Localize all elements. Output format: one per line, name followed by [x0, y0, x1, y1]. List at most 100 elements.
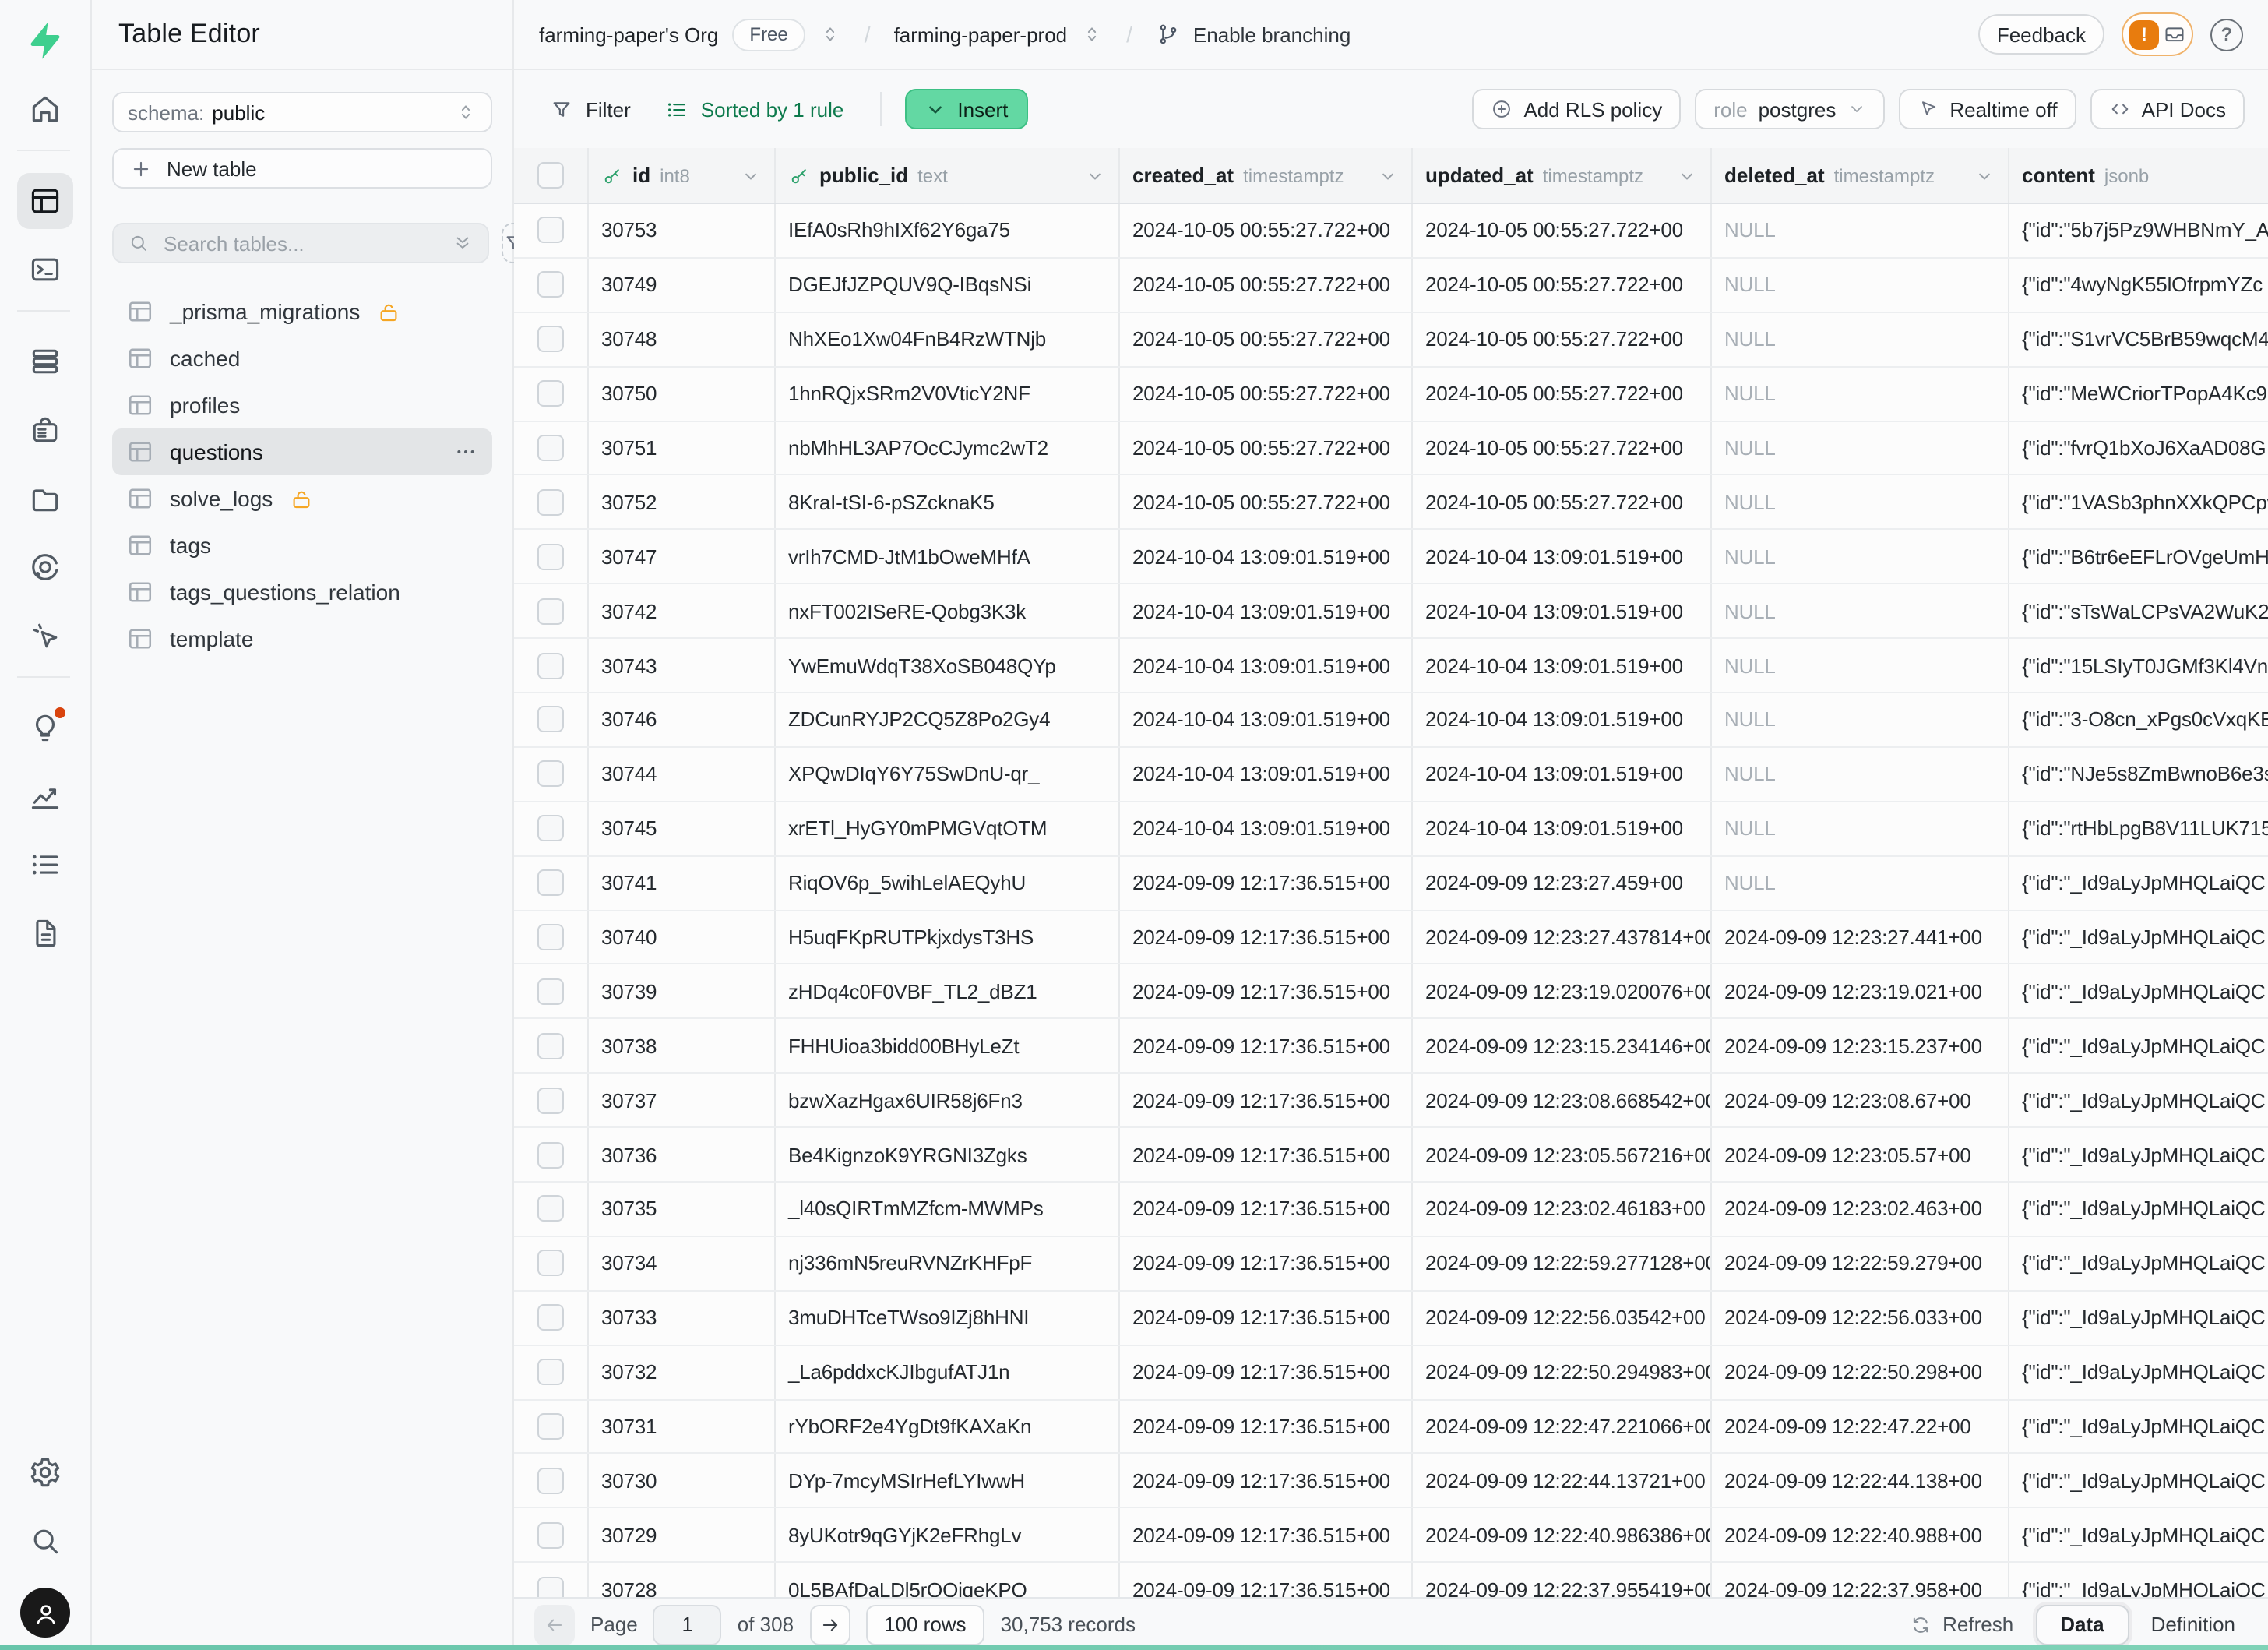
rail-item-edge-functions[interactable] — [17, 539, 73, 595]
cell-id[interactable]: 30740 — [589, 911, 776, 964]
cell-id[interactable]: 30735 — [589, 1183, 776, 1236]
cell-id[interactable]: 30728 — [589, 1564, 776, 1597]
cell-public-id[interactable]: zHDq4c0F0VBF_TL2_dBZ1 — [776, 965, 1120, 1018]
search-tables-input[interactable] — [160, 230, 441, 256]
cell-updated-at[interactable]: 2024-10-04 13:09:01.519+00 — [1413, 584, 1712, 637]
rail-item-search[interactable] — [17, 1513, 73, 1569]
cell-updated-at[interactable]: 2024-09-09 12:22:40.986386+00 — [1413, 1509, 1712, 1562]
cell-content[interactable]: {"id":"4wyNgK55lOfrpmYZc — [2009, 259, 2268, 312]
cell-id[interactable]: 30743 — [589, 639, 776, 692]
cell-created-at[interactable]: 2024-10-05 00:55:27.722+00 — [1120, 204, 1413, 257]
cell-id[interactable]: 30733 — [589, 1292, 776, 1345]
row-checkbox[interactable] — [537, 1141, 564, 1168]
cell-updated-at[interactable]: 2024-09-09 12:23:05.567216+00 — [1413, 1128, 1712, 1181]
chevrons-up-down-icon[interactable] — [819, 23, 841, 45]
cell-public-id[interactable]: 1hnRQjxSRm2V0VticY2NF — [776, 367, 1120, 420]
cell-content[interactable]: {"id":"_Id9aLyJpMHQLaiQC — [2009, 965, 2268, 1018]
cell-public-id[interactable]: RiqOV6p_5wihLelAEQyhU — [776, 856, 1120, 909]
cell-content[interactable]: {"id":"rtHbLpgB8V11LUK7152 — [2009, 802, 2268, 855]
cell-public-id[interactable]: 8KraI-tSI-6-pSZcknaK5 — [776, 476, 1120, 529]
page-input[interactable] — [653, 1604, 722, 1645]
row-checkbox[interactable] — [537, 815, 564, 841]
cell-created-at[interactable]: 2024-10-05 00:55:27.722+00 — [1120, 476, 1413, 529]
cell-id[interactable]: 30729 — [589, 1509, 776, 1562]
cell-id[interactable]: 30747 — [589, 531, 776, 583]
cell-id[interactable]: 30752 — [589, 476, 776, 529]
cell-created-at[interactable]: 2024-09-09 12:17:36.515+00 — [1120, 1237, 1413, 1290]
cell-updated-at[interactable]: 2024-09-09 12:22:37.955419+00 — [1413, 1564, 1712, 1597]
cell-public-id[interactable]: rYbORF2e4YgDt9fKAXaKn — [776, 1400, 1120, 1453]
plan-badge[interactable]: Free — [732, 18, 805, 51]
cell-deleted-at[interactable]: 2024-09-09 12:23:08.67+00 — [1712, 1074, 2009, 1127]
cell-id[interactable]: 30736 — [589, 1128, 776, 1181]
row-checkbox[interactable] — [537, 652, 564, 679]
rail-item-api-docs[interactable] — [17, 905, 73, 961]
cell-id[interactable]: 30732 — [589, 1345, 776, 1398]
cell-public-id[interactable]: IEfA0sRh9hIXf62Y6ga75 — [776, 204, 1120, 257]
realtime-toggle-button[interactable]: Realtime off — [1898, 89, 2076, 129]
cell-deleted-at[interactable]: NULL — [1712, 531, 2009, 583]
column-header-id[interactable]: idint8 — [589, 148, 776, 203]
row-checkbox[interactable] — [537, 1250, 564, 1277]
cell-public-id[interactable]: vrIh7CMD-JtM1bOweMHfA — [776, 531, 1120, 583]
cell-updated-at[interactable]: 2024-10-05 00:55:27.722+00 — [1413, 313, 1712, 366]
row-checkbox[interactable] — [537, 1413, 564, 1440]
rail-item-logs[interactable] — [17, 837, 73, 893]
cell-updated-at[interactable]: 2024-10-04 13:09:01.519+00 — [1413, 693, 1712, 746]
cell-id[interactable]: 30731 — [589, 1400, 776, 1453]
sidebar-item-cached[interactable]: cached — [112, 335, 492, 382]
cell-deleted-at[interactable]: NULL — [1712, 584, 2009, 637]
column-header-public_id[interactable]: public_idtext — [776, 148, 1120, 203]
row-checkbox[interactable] — [537, 544, 564, 570]
insert-button[interactable]: Insert — [904, 89, 1028, 129]
cell-content[interactable]: {"id":"_Id9aLyJpMHQLaiQC — [2009, 1237, 2268, 1290]
cell-deleted-at[interactable]: 2024-09-09 12:23:15.237+00 — [1712, 1020, 2009, 1073]
cell-content[interactable]: {"id":"_Id9aLyJpMHQLaiQC — [2009, 1564, 2268, 1597]
row-checkbox[interactable] — [537, 761, 564, 788]
cell-content[interactable]: {"id":"sTsWaLCPsVA2WuK2 — [2009, 584, 2268, 637]
next-page-button[interactable] — [809, 1604, 850, 1645]
cell-created-at[interactable]: 2024-09-09 12:17:36.515+00 — [1120, 1074, 1413, 1127]
sidebar-item-questions[interactable]: questions — [112, 428, 492, 475]
cell-id[interactable]: 30751 — [589, 421, 776, 474]
cell-deleted-at[interactable]: 2024-09-09 12:22:47.22+00 — [1712, 1400, 2009, 1453]
cell-content[interactable]: {"id":"NJe5s8ZmBwnoB6e3s — [2009, 748, 2268, 801]
cell-public-id[interactable]: nj336mN5reuRVNZrKHFpF — [776, 1237, 1120, 1290]
cell-created-at[interactable]: 2024-10-04 13:09:01.519+00 — [1120, 584, 1413, 637]
cell-updated-at[interactable]: 2024-10-05 00:55:27.722+00 — [1413, 259, 1712, 312]
cell-id[interactable]: 30753 — [589, 204, 776, 257]
cell-content[interactable]: {"id":"_Id9aLyJpMHQLaiQC — [2009, 911, 2268, 964]
cell-public-id[interactable]: xrETl_HyGY0mPMGVqtOTM — [776, 802, 1120, 855]
sidebar-item-_prisma_migrations[interactable]: _prisma_migrations — [112, 288, 492, 335]
cell-updated-at[interactable]: 2024-10-04 13:09:01.519+00 — [1413, 748, 1712, 801]
avatar[interactable] — [20, 1588, 70, 1638]
cell-deleted-at[interactable]: NULL — [1712, 476, 2009, 529]
rail-item-database[interactable] — [17, 333, 73, 390]
cell-deleted-at[interactable]: NULL — [1712, 639, 2009, 692]
rail-item-table-editor[interactable] — [17, 173, 73, 229]
cell-deleted-at[interactable]: 2024-09-09 12:23:27.441+00 — [1712, 911, 2009, 964]
rail-item-reports[interactable] — [17, 768, 73, 824]
cell-id[interactable]: 30745 — [589, 802, 776, 855]
cell-id[interactable]: 30746 — [589, 693, 776, 746]
cell-deleted-at[interactable]: 2024-09-09 12:22:50.298+00 — [1712, 1345, 2009, 1398]
cell-created-at[interactable]: 2024-09-09 12:17:36.515+00 — [1120, 1564, 1413, 1597]
cell-deleted-at[interactable]: NULL — [1712, 204, 2009, 257]
row-checkbox[interactable] — [537, 924, 564, 950]
column-header-created_at[interactable]: created_attimestamptz — [1120, 148, 1413, 203]
cell-updated-at[interactable]: 2024-10-04 13:09:01.519+00 — [1413, 531, 1712, 583]
cell-deleted-at[interactable]: NULL — [1712, 856, 2009, 909]
cell-updated-at[interactable]: 2024-09-09 12:22:47.221066+00 — [1413, 1400, 1712, 1453]
tab-data[interactable]: Data — [2035, 1604, 2129, 1645]
cell-created-at[interactable]: 2024-10-04 13:09:01.519+00 — [1120, 693, 1413, 746]
cell-id[interactable]: 30749 — [589, 259, 776, 312]
chevrons-up-down-icon[interactable] — [1081, 23, 1103, 45]
api-docs-button[interactable]: API Docs — [2090, 89, 2245, 129]
cell-updated-at[interactable]: 2024-09-09 12:23:27.459+00 — [1413, 856, 1712, 909]
rail-item-settings[interactable] — [17, 1444, 73, 1500]
row-checkbox[interactable] — [537, 272, 564, 298]
cell-created-at[interactable]: 2024-09-09 12:17:36.515+00 — [1120, 1454, 1413, 1507]
rail-item-storage[interactable] — [17, 471, 73, 527]
cell-public-id[interactable]: _La6pddxcKJIbgufATJ1n — [776, 1345, 1120, 1398]
cell-deleted-at[interactable]: NULL — [1712, 693, 2009, 746]
